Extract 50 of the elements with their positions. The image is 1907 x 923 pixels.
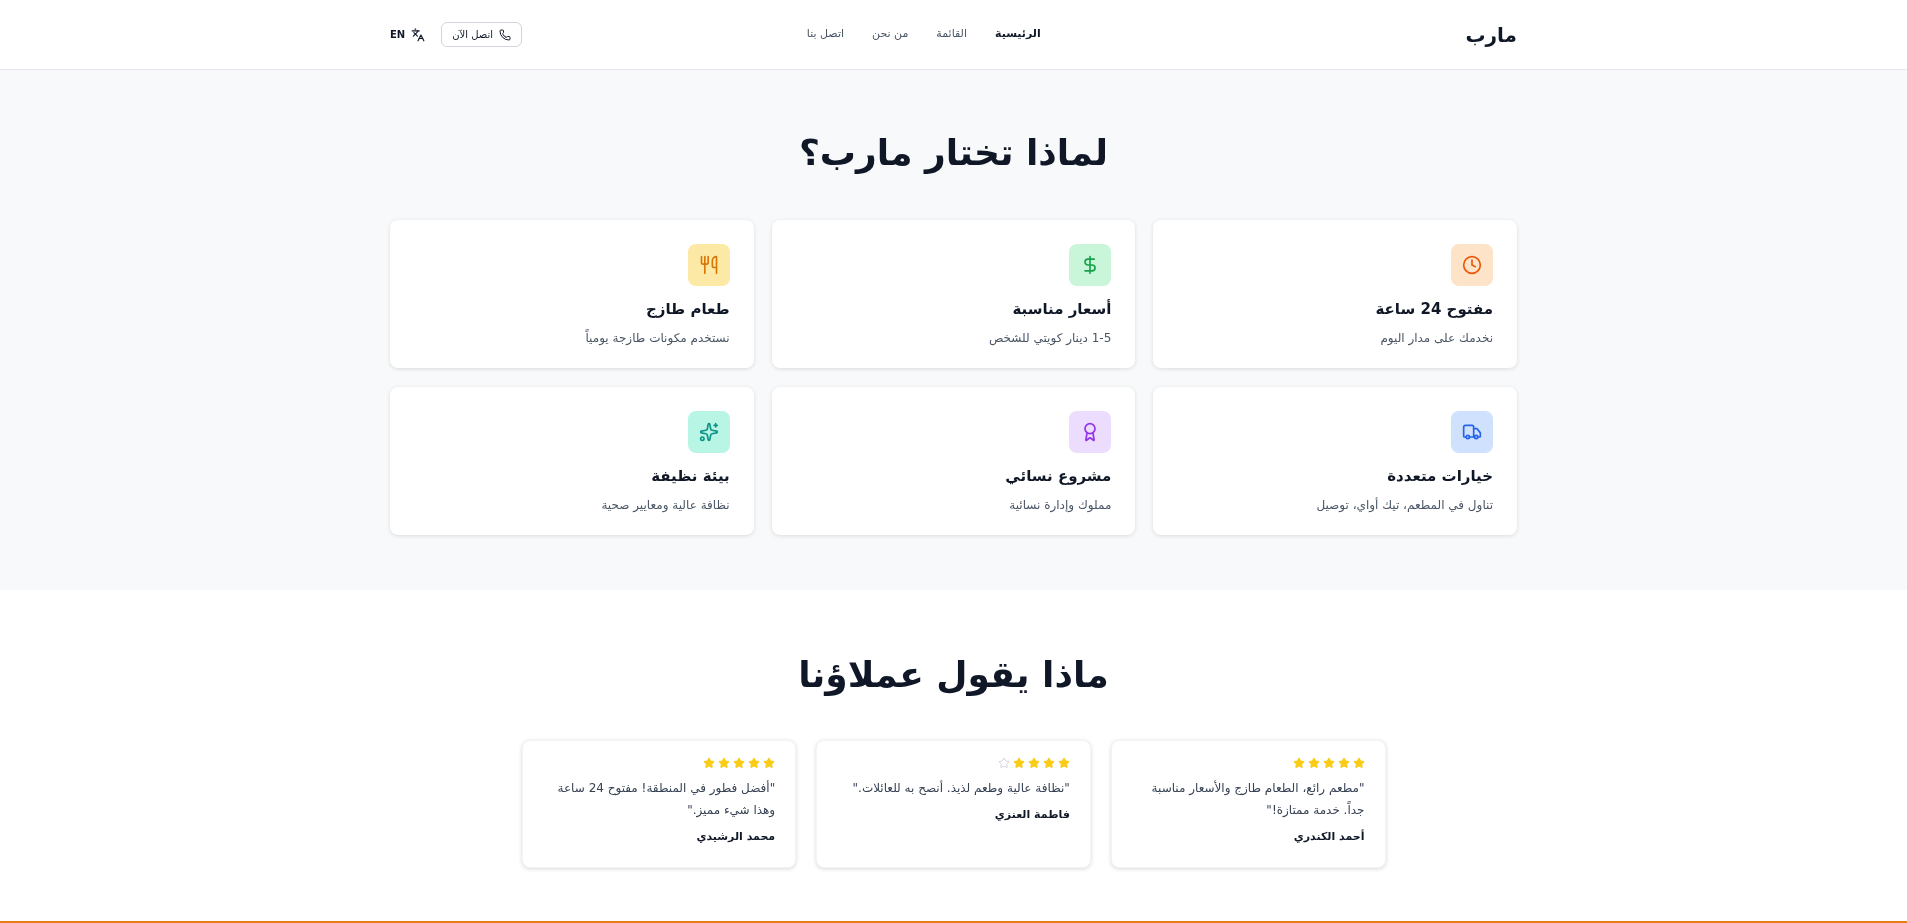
star-icon xyxy=(1027,757,1040,769)
star-icon xyxy=(1337,757,1350,769)
feature-text: نخدمك على مدار اليوم xyxy=(1379,329,1493,347)
star-icon xyxy=(763,757,776,769)
award-icon xyxy=(1069,411,1112,453)
testimonial-quote: "أفضل فطور في المنطقة! مفتوح 24 ساعة وهذا شيء مميز." xyxy=(556,779,776,820)
fork-knife-icon xyxy=(687,244,730,286)
star-icon xyxy=(1307,757,1320,769)
star-icon xyxy=(1322,757,1335,769)
feature-text: نستخدم مكونات طازجة يومياً xyxy=(584,328,730,347)
dollar-icon xyxy=(1069,244,1112,286)
star-icon xyxy=(1057,757,1070,769)
star-icon xyxy=(997,757,1010,769)
feature-title: مفتوح 24 ساعة xyxy=(1374,299,1493,320)
star-icon xyxy=(1042,757,1055,769)
section-title: ماذا يقول عملاؤنا xyxy=(797,653,1110,698)
sparkles-icon xyxy=(687,411,730,453)
clock-icon xyxy=(1451,244,1493,286)
logo[interactable]: مارب xyxy=(1465,20,1517,49)
star-icon xyxy=(748,757,761,769)
feature-title: خيارات متعددة xyxy=(1386,466,1493,487)
nav-link[interactable]: من نحن xyxy=(872,26,909,43)
feature-title: بيئة نظيفة xyxy=(650,466,730,487)
star-icon xyxy=(703,757,716,769)
feature-title: طعام طازج xyxy=(645,299,730,320)
star-icon xyxy=(1012,757,1025,769)
section-title: لماذا تختار مارب؟ xyxy=(797,131,1109,176)
star-icon xyxy=(733,757,746,769)
call-button[interactable]: اتصل الآن xyxy=(441,22,522,47)
customer-name: فاطمة العنزي xyxy=(993,807,1070,823)
language-button[interactable]: EN xyxy=(390,27,426,42)
feature-title: أسعار مناسبة xyxy=(1011,298,1112,320)
testimonial-quote: "مطعم رائع، الطعام طازج والأسعار مناسبة جداً. خدمة ممتازة!" xyxy=(1150,779,1365,819)
customer-name: أحمد الكندري xyxy=(1292,829,1365,845)
truck-icon xyxy=(1451,411,1493,453)
feature-text: نظافة عالية ومعايير صحية xyxy=(600,496,730,514)
nav-link[interactable]: الرئيسية xyxy=(995,26,1041,43)
nav-link[interactable]: القائمة xyxy=(936,26,967,43)
testimonial-quote: "نظافة عالية وطعم لذيذ. أنصح به للعائلات." xyxy=(851,779,1070,797)
feature-text: 1-5 دينار كويتي للشخص xyxy=(987,329,1112,347)
phone-icon xyxy=(499,28,511,41)
translate-icon xyxy=(411,27,426,42)
feature-title: مشروع نسائي xyxy=(1004,466,1112,487)
star-icon xyxy=(1352,757,1365,769)
feature-text: تناول في المطعم، تيك أواي، توصيل xyxy=(1315,496,1493,514)
feature-text: مملوك وإدارة نسائية xyxy=(1008,496,1112,514)
star-icon xyxy=(1292,757,1305,769)
nav-link[interactable]: اتصل بنا xyxy=(806,26,844,43)
customer-name: محمد الرشيدي xyxy=(695,829,776,845)
star-icon xyxy=(718,757,731,769)
